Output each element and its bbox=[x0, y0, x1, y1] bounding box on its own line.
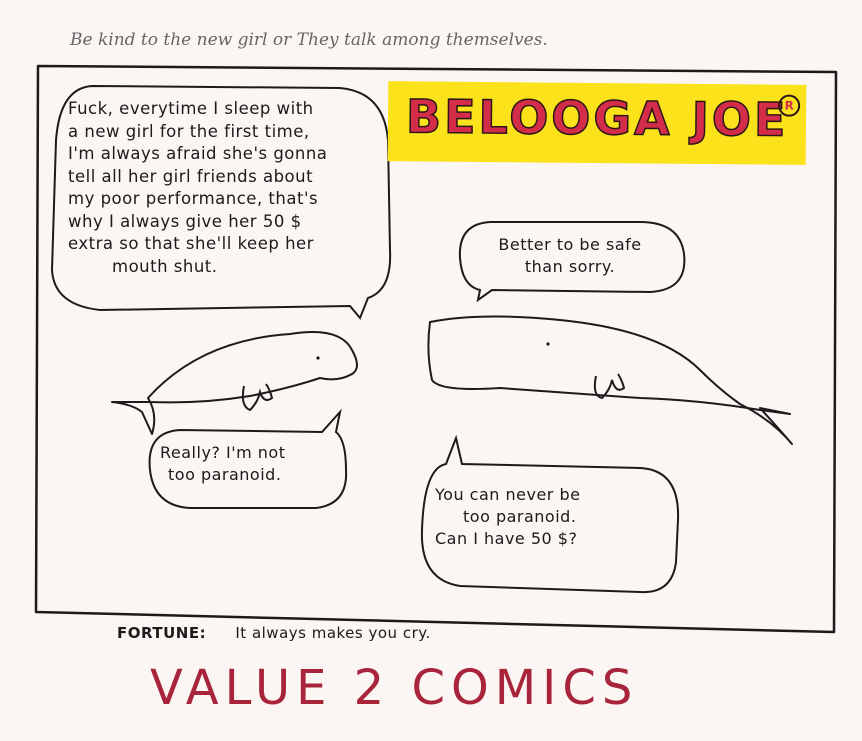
bubble-4-text: You can never be too paranoid. Can I hav… bbox=[435, 484, 675, 550]
registered-mark: R bbox=[778, 94, 801, 117]
bubble-4-line: too paranoid. bbox=[463, 507, 577, 526]
bubble-1-line: mouth shut. bbox=[112, 256, 218, 276]
footer-brand: VALUE 2 COMICS bbox=[150, 660, 639, 716]
bubble-4-line: You can never be bbox=[435, 485, 581, 504]
bubble-1-line: my poor performance, that's bbox=[68, 189, 319, 208]
left-whale-eye bbox=[316, 356, 320, 360]
bubble-1-line: a new girl for the first time, bbox=[68, 121, 310, 141]
bubble-2-line: Better to be safe bbox=[498, 235, 642, 254]
bubble-2-line: than sorry. bbox=[524, 257, 616, 276]
bubble-3-text: Really? I'm not too paranoid. bbox=[160, 442, 340, 486]
bubble-1-line: why I always give her 50 $ bbox=[68, 211, 302, 231]
bubble-1-line: tell all her girl friends about bbox=[68, 166, 314, 186]
right-whale bbox=[427, 315, 793, 445]
fortune-text: It always makes you cry. bbox=[235, 624, 431, 642]
bubble-1-text: Fuck, everytime I sleep with a new girl … bbox=[68, 98, 388, 278]
title-banner: BELOOGA JOE R bbox=[387, 81, 807, 165]
comic-title: BELOOGA JOE bbox=[405, 89, 789, 148]
bubble-1-line: extra so that she'll keep her bbox=[68, 234, 314, 253]
bubble-1-line: I'm always afraid she's gonna bbox=[68, 144, 328, 163]
bubble-2-text: Better to be safe than sorry. bbox=[470, 234, 670, 278]
bubble-3-line: Really? I'm not bbox=[160, 443, 286, 462]
bubble-4-line: Can I have 50 $? bbox=[435, 529, 578, 548]
bubble-3-line: too paranoid. bbox=[168, 465, 282, 484]
right-whale-eye bbox=[546, 342, 550, 346]
fortune: FORTUNE: It always makes you cry. bbox=[117, 624, 431, 642]
fortune-label: FORTUNE: bbox=[117, 624, 207, 642]
bubble-1-line: Fuck, everytime I sleep with bbox=[68, 99, 314, 118]
left-whale bbox=[111, 331, 358, 435]
